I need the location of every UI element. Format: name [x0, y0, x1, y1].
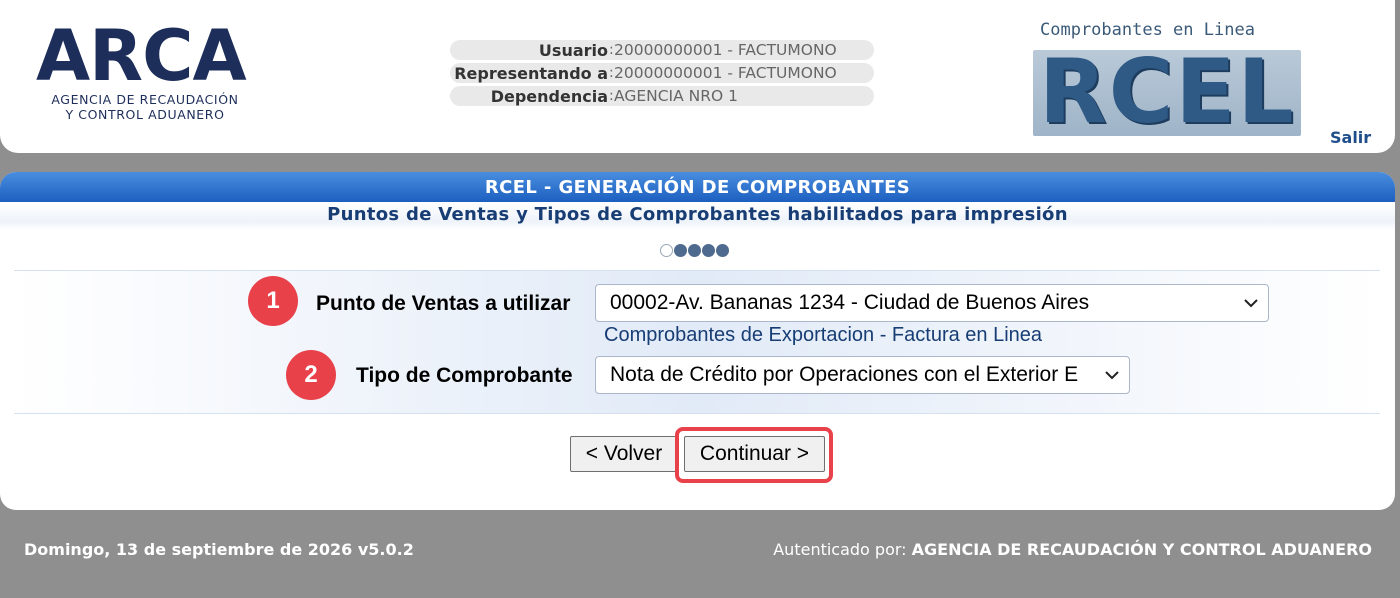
- punto-de-ventas-select[interactable]: 00002-Av. Bananas 1234 - Ciudad de Bueno…: [595, 284, 1269, 322]
- header-card: ARCA AGENCIA DE RECAUDACIÓN Y CONTROL AD…: [0, 0, 1395, 153]
- user-info-value: 20000000001 - FACTUMONO: [614, 64, 837, 82]
- footer-auth-prefix: Autenticado por:: [773, 540, 912, 559]
- chevron-down-icon: [1244, 299, 1258, 308]
- arca-subtitle-line2: Y CONTROL ADUANERO: [65, 107, 225, 122]
- arca-subtitle-line1: AGENCIA DE RECAUDACIÓN: [51, 92, 239, 107]
- user-info-value: AGENCIA NRO 1: [614, 87, 739, 105]
- user-info-value: 20000000001 - FACTUMONO: [614, 41, 837, 59]
- page-title: RCEL - GENERACIÓN DE COMPROBANTES: [0, 172, 1395, 202]
- rcel-caption: Comprobantes en Linea: [1040, 20, 1255, 40]
- punto-de-ventas-selected: 00002-Av. Bananas 1234 - Ciudad de Bueno…: [610, 291, 1090, 314]
- punto-de-ventas-helper: Comprobantes de Exportacion - Factura en…: [604, 324, 1043, 346]
- arca-logo: ARCA AGENCIA DE RECAUDACIÓN Y CONTROL AD…: [36, 20, 258, 130]
- punto-de-ventas-label: Punto de Ventas a utilizar: [316, 292, 571, 315]
- user-info-row-usuario: Usuario : 20000000001 - FACTUMONO: [450, 40, 874, 60]
- progress-step-5: [716, 244, 729, 257]
- logout-link[interactable]: Salir: [1330, 128, 1371, 147]
- main-card: RCEL - GENERACIÓN DE COMPROBANTES Puntos…: [0, 172, 1395, 510]
- tipo-comprobante-select[interactable]: Nota de Crédito por Operaciones con el E…: [595, 356, 1130, 394]
- progress-step-2: [674, 244, 687, 257]
- progress-step-3: [688, 244, 701, 257]
- step-badge-2: 2: [286, 350, 336, 400]
- footer-date-version: Domingo, 13 de septiembre de 2026 v5.0.2: [24, 540, 414, 559]
- footer-auth: Autenticado por: AGENCIA DE RECAUDACIÓN …: [773, 540, 1372, 559]
- progress-indicator: [660, 244, 729, 258]
- arca-wordmark: ARCA: [36, 15, 247, 97]
- tipo-comprobante-selected: Nota de Crédito por Operaciones con el E…: [610, 363, 1079, 386]
- progress-step-1: [660, 244, 673, 257]
- user-info-panel: Usuario : 20000000001 - FACTUMONO Repres…: [450, 40, 874, 109]
- user-info-row-dependencia: Dependencia : AGENCIA NRO 1: [450, 86, 874, 106]
- user-info-label: Usuario: [538, 40, 608, 60]
- rcel-logo: Comprobantes en Linea RCEL: [1030, 18, 1301, 138]
- continue-button-highlight: [675, 427, 833, 483]
- tipo-comprobante-label: Tipo de Comprobante: [356, 364, 573, 387]
- user-info-row-representando: Representando a : 20000000001 - FACTUMON…: [450, 63, 874, 83]
- user-info-label: Representando a: [454, 63, 608, 83]
- footer-auth-entity: AGENCIA DE RECAUDACIÓN Y CONTROL ADUANER…: [911, 540, 1372, 559]
- chevron-down-icon: [1105, 371, 1119, 380]
- arca-subtitle: AGENCIA DE RECAUDACIÓN Y CONTROL ADUANER…: [36, 92, 254, 122]
- rcel-wordmark: RCEL: [1039, 40, 1296, 143]
- progress-step-4: [702, 244, 715, 257]
- user-info-label: Dependencia: [490, 86, 608, 106]
- rcel-logo-box: RCEL: [1033, 46, 1301, 138]
- step-badge-1: 1: [248, 276, 298, 326]
- page-subtitle: Puntos de Ventas y Tipos de Comprobantes…: [0, 202, 1395, 230]
- back-button[interactable]: < Volver: [570, 436, 678, 472]
